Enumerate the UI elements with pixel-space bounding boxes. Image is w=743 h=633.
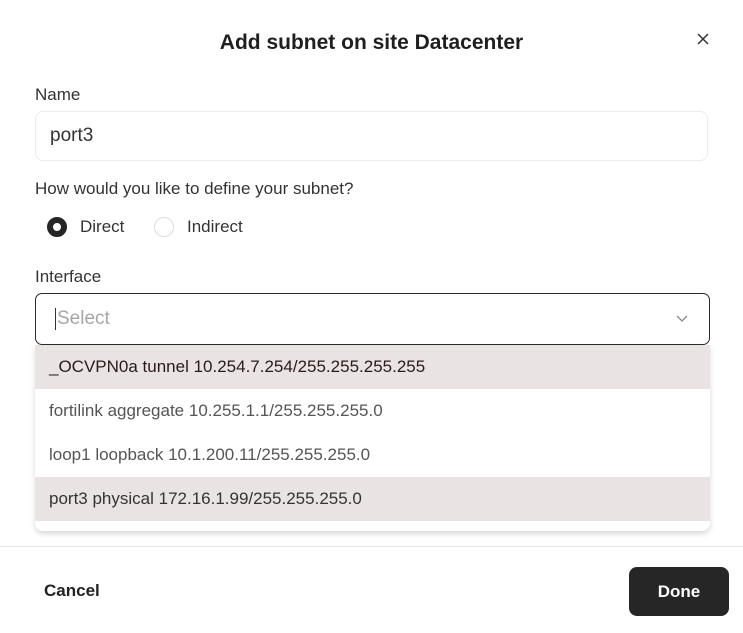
interface-placeholder: Select — [55, 308, 110, 330]
name-label: Name — [35, 85, 81, 104]
interface-dropdown: _OCVPN0a tunnel 10.254.7.254/255.255.255… — [35, 345, 710, 531]
define-label: How would you like to define your subnet… — [35, 179, 354, 198]
radio-direct-label: Direct — [80, 217, 125, 236]
close-icon[interactable] — [694, 30, 712, 48]
footer-divider — [0, 546, 743, 547]
radio-indirect[interactable]: Indirect — [154, 217, 243, 237]
radio-unchecked-icon — [154, 217, 174, 237]
dropdown-option[interactable]: port3 physical 172.16.1.99/255.255.255.0 — [35, 477, 710, 521]
interface-label: Interface — [35, 267, 102, 286]
name-input[interactable]: port3 — [35, 111, 708, 161]
radio-direct[interactable]: Direct — [47, 217, 124, 237]
dialog-title: Add subnet on site Datacenter — [219, 31, 524, 54]
chevron-down-icon — [676, 315, 688, 322]
dropdown-option[interactable]: fortilink aggregate 10.255.1.1/255.255.2… — [35, 389, 710, 433]
dropdown-option[interactable]: loop1 loopback 10.1.200.11/255.255.255.0 — [35, 433, 710, 477]
interface-select[interactable]: Select — [35, 293, 710, 345]
cancel-button[interactable]: Cancel — [44, 581, 100, 601]
radio-indirect-label: Indirect — [187, 217, 243, 236]
radio-checked-icon — [47, 217, 67, 237]
dropdown-option[interactable]: _OCVPN0a tunnel 10.254.7.254/255.255.255… — [35, 345, 710, 389]
done-button[interactable]: Done — [629, 567, 729, 616]
